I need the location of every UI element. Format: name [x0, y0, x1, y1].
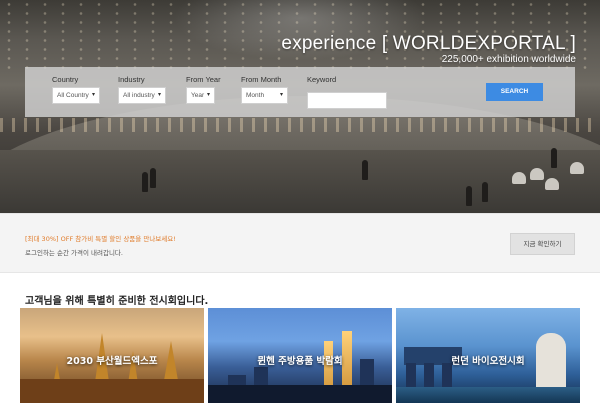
exhibition-card[interactable]: 런던 바이오전시회 [396, 308, 580, 403]
industry-select[interactable]: All industry ▾ [118, 87, 166, 104]
from-month-label: From Month [241, 75, 282, 84]
hero-banner: experience [ WORLDEXPORTAL ] 225,000+ ex… [0, 0, 600, 213]
hero-person-silhouette [142, 172, 148, 192]
hero-table [530, 168, 544, 180]
caret-down-icon: ▾ [157, 92, 161, 98]
exhibition-card-title: 런던 바이오전시회 [451, 356, 525, 367]
promo-headline[interactable]: [최대 30%] OFF 참가비 특별 할인 상품을 만나보세요! [25, 233, 176, 243]
keyword-field: Keyword [307, 75, 387, 109]
caret-down-icon: ▾ [279, 92, 283, 98]
from-month-select[interactable]: Month ▾ [241, 87, 288, 104]
country-label: Country [52, 75, 79, 84]
exhibition-card-title: 2030 부산월드엑스포 [66, 356, 158, 367]
country-select-value: All Country [57, 92, 89, 99]
from-month-field: From Month Month ▾ [241, 75, 288, 104]
hero-person-silhouette [362, 160, 368, 180]
caret-down-icon: ▾ [206, 92, 210, 98]
hero-person-silhouette [150, 168, 156, 188]
exhibition-card[interactable]: 뮌헨 주방용품 박람회 [208, 308, 392, 403]
hero-light-stripe [0, 118, 600, 132]
from-year-field: From Year Year ▾ [186, 75, 221, 104]
check-now-button[interactable]: 지금 확인하기 [510, 233, 575, 255]
section-title: 고객님을 위해 특별히 준비한 전시회입니다. [25, 296, 209, 307]
industry-label: Industry [118, 75, 145, 84]
city-base [208, 385, 392, 403]
promo-banner: [최대 30%] OFF 참가비 특별 할인 상품을 만나보세요! 로그인하는 … [0, 213, 600, 273]
keyword-label: Keyword [307, 75, 337, 84]
industry-field: Industry All industry ▾ [118, 75, 166, 104]
hero-person-silhouette [466, 186, 472, 206]
keyword-input[interactable] [307, 92, 387, 109]
bay-water [396, 387, 580, 403]
caret-down-icon: ▾ [91, 92, 95, 98]
from-month-select-value: Month [246, 92, 265, 99]
from-year-select-value: Year [191, 92, 205, 99]
hero-table [545, 178, 559, 190]
promo-subtext: 로그인하는 순간 가격이 내려갑니다. [25, 249, 123, 257]
hero-ground [0, 150, 600, 213]
temple-base [20, 379, 204, 403]
search-button[interactable]: SEARCH [486, 83, 543, 101]
from-year-select[interactable]: Year ▾ [186, 87, 215, 104]
hero-table [512, 172, 526, 184]
search-panel: Country All Country ▾ Industry All indus… [25, 67, 575, 117]
country-field: Country All Country ▾ [52, 75, 100, 104]
hero-table [570, 162, 584, 174]
hero-person-silhouette [551, 148, 557, 168]
hero-title: experience [ WORLDEXPORTAL ] [281, 33, 576, 54]
country-select[interactable]: All Country ▾ [52, 87, 100, 104]
industry-select-value: All industry [123, 92, 155, 99]
hero-person-silhouette [482, 182, 488, 202]
hero-subtitle: 225,000+ exhibition worldwide [441, 54, 576, 65]
exhibition-card[interactable]: 2030 부산월드엑스포 [20, 308, 204, 403]
from-year-label: From Year [186, 75, 221, 84]
exhibition-card-title: 뮌헨 주방용품 박람회 [257, 356, 343, 367]
